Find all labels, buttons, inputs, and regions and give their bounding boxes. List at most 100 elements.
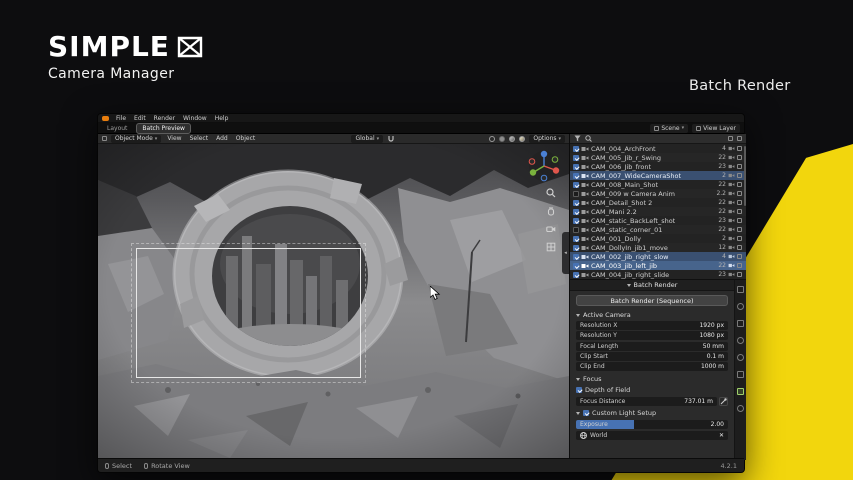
- outliner-row[interactable]: CAM_Mani 2.2 22: [570, 207, 746, 216]
- enable-checkbox[interactable]: [573, 262, 579, 269]
- camera-data-icon[interactable]: [728, 209, 735, 214]
- outliner-scrollbar[interactable]: [744, 146, 746, 206]
- camera-data-icon[interactable]: [728, 146, 735, 151]
- shading-solid-icon[interactable]: [499, 135, 506, 142]
- outliner-display-mode-icon[interactable]: [728, 136, 733, 141]
- menu-edit[interactable]: Edit: [130, 114, 150, 123]
- render-toggle-icon[interactable]: [737, 272, 742, 277]
- focus-distance-field[interactable]: Focus Distance 737.01 m: [576, 397, 717, 406]
- enable-checkbox[interactable]: [573, 226, 579, 233]
- menu-render[interactable]: Render: [150, 114, 179, 123]
- clip-start-field[interactable]: Clip Start 0.1 m: [576, 352, 728, 361]
- camera-data-icon[interactable]: [728, 155, 735, 160]
- enable-checkbox[interactable]: [573, 199, 579, 206]
- blender-logo-icon[interactable]: [102, 115, 109, 121]
- focal-length-field[interactable]: Focal Length 50 mm: [576, 342, 728, 351]
- camera-data-icon[interactable]: [728, 173, 735, 178]
- enable-checkbox[interactable]: [573, 181, 579, 188]
- enable-checkbox[interactable]: [573, 217, 579, 224]
- filter-icon[interactable]: [574, 135, 581, 142]
- active-camera-section[interactable]: Active Camera: [570, 308, 734, 320]
- mode-dropdown[interactable]: Object Mode ▾: [111, 134, 162, 143]
- options-dropdown[interactable]: Options ▾: [529, 134, 566, 143]
- outliner-row[interactable]: CAM_006_Jib_front 23: [570, 162, 746, 171]
- enable-checkbox[interactable]: [573, 190, 579, 197]
- viewport-menu-add[interactable]: Add: [214, 135, 230, 142]
- snap-magnet-icon[interactable]: [387, 135, 395, 143]
- render-toggle-icon[interactable]: [737, 182, 742, 187]
- outliner-row[interactable]: CAM_007_WideCameraShot 2: [570, 171, 746, 180]
- render-toggle-icon[interactable]: [737, 236, 742, 241]
- render-toggle-icon[interactable]: [737, 155, 742, 160]
- outliner-row[interactable]: CAM_Detail_Shot 2 22: [570, 198, 746, 207]
- workspace-tab-batch-preview[interactable]: Batch Preview: [136, 122, 191, 134]
- viewport-menu-view[interactable]: View: [165, 135, 183, 142]
- camera-data-icon[interactable]: [728, 200, 735, 205]
- clip-end-field[interactable]: Clip End 1000 m: [576, 362, 728, 371]
- render-toggle-icon[interactable]: [737, 146, 742, 151]
- eyedropper-button[interactable]: [719, 397, 728, 406]
- workspace-tab-layout[interactable]: Layout: [102, 124, 132, 133]
- camera-data-icon[interactable]: [728, 254, 735, 259]
- camera-frame[interactable]: [136, 248, 361, 378]
- outliner-row[interactable]: CAM_DollyIn_jib1_move 12: [570, 243, 746, 252]
- enable-checkbox[interactable]: [573, 163, 579, 170]
- outliner-row[interactable]: CAM_009 w Camera Anim 2.2: [570, 189, 746, 198]
- editor-type-icon[interactable]: [102, 136, 107, 141]
- render-toggle-icon[interactable]: [737, 200, 742, 205]
- outliner-row[interactable]: CAM_003_jib_left_jib 22: [570, 261, 746, 270]
- render-toggle-icon[interactable]: [737, 209, 742, 214]
- outliner-row[interactable]: CAM_005_Jib_r_Swing 22: [570, 153, 746, 162]
- render-toggle-icon[interactable]: [737, 173, 742, 178]
- camera-data-tab-icon[interactable]: [737, 388, 744, 395]
- close-icon[interactable]: ✕: [719, 432, 724, 439]
- scene-selector[interactable]: Scene ▾: [650, 123, 689, 133]
- outliner-row[interactable]: CAM_002_jib_right_slow 4: [570, 252, 746, 261]
- view-layer-tab-icon[interactable]: [737, 320, 744, 327]
- outliner-row[interactable]: CAM_008_Main_Shot 22: [570, 180, 746, 189]
- view-layer-selector[interactable]: View Layer: [692, 123, 740, 133]
- enable-checkbox[interactable]: [573, 244, 579, 251]
- enable-checkbox[interactable]: [573, 253, 579, 260]
- render-toggle-icon[interactable]: [737, 227, 742, 232]
- outliner-row[interactable]: CAM_004_ArchFront 4: [570, 144, 746, 153]
- resolution-y-field[interactable]: Resolution Y 1080 px: [576, 331, 728, 340]
- resolution-x-field[interactable]: Resolution X 1920 px: [576, 321, 728, 330]
- camera-data-icon[interactable]: [728, 227, 735, 232]
- render-toggle-icon[interactable]: [737, 263, 742, 268]
- enable-checkbox[interactable]: [573, 208, 579, 215]
- shading-wireframe-icon[interactable]: [489, 135, 496, 142]
- custom-light-checkbox[interactable]: [583, 410, 589, 416]
- exposure-slider[interactable]: Exposure 2.00: [576, 420, 728, 429]
- shading-material-icon[interactable]: [509, 135, 516, 142]
- camera-view-icon[interactable]: [546, 224, 556, 234]
- output-tab-icon[interactable]: [737, 303, 744, 310]
- camera-data-icon[interactable]: [728, 218, 735, 223]
- render-toggle-icon[interactable]: [737, 164, 742, 169]
- navigation-gizmo[interactable]: [527, 149, 561, 183]
- render-toggle-icon[interactable]: [737, 254, 742, 259]
- sidebar-toggle-tab[interactable]: ◂: [562, 232, 569, 274]
- render-toggle-icon[interactable]: [737, 218, 742, 223]
- enable-checkbox[interactable]: [573, 145, 579, 152]
- batch-render-sequence-button[interactable]: Batch Render (Sequence): [576, 295, 728, 306]
- render-toggle-icon[interactable]: [737, 245, 742, 250]
- enable-checkbox[interactable]: [573, 271, 579, 278]
- menu-help[interactable]: Help: [211, 114, 233, 123]
- camera-data-icon[interactable]: [728, 164, 735, 169]
- camera-data-icon[interactable]: [728, 236, 735, 241]
- camera-data-icon[interactable]: [728, 272, 735, 277]
- scene-tab-icon[interactable]: [737, 337, 744, 344]
- outliner-row[interactable]: CAM_static_BackLeft_shot 23: [570, 216, 746, 225]
- viewport-menu-object[interactable]: Object: [234, 135, 258, 142]
- render-toggle-icon[interactable]: [737, 191, 742, 196]
- custom-light-row[interactable]: Custom Light Setup: [570, 407, 734, 419]
- grid-toggle-icon[interactable]: [546, 242, 556, 252]
- viewport-menu-select[interactable]: Select: [188, 135, 211, 142]
- outliner-row[interactable]: CAM_004_jib_right_slide 23: [570, 270, 746, 279]
- object-tab-icon[interactable]: [737, 371, 744, 378]
- orientation-dropdown[interactable]: Global ▾: [351, 134, 384, 143]
- pan-hand-icon[interactable]: [546, 206, 556, 216]
- focus-section[interactable]: Focus: [570, 372, 734, 384]
- shading-rendered-icon[interactable]: [519, 135, 526, 142]
